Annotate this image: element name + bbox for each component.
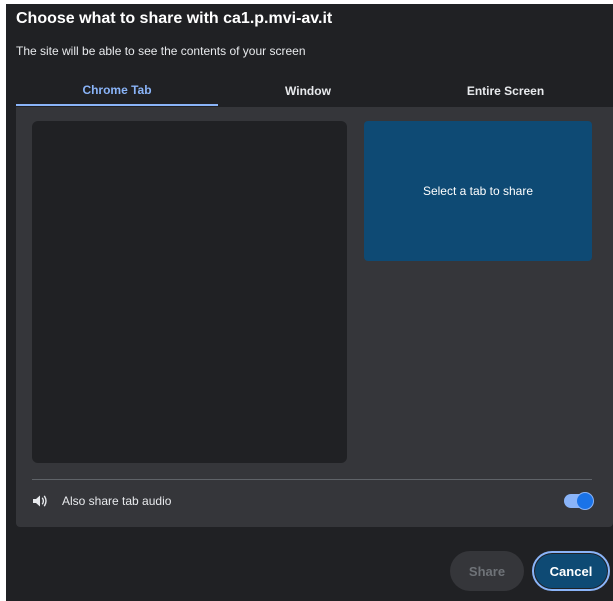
source-tabs: Chrome Tab Window Entire Screen <box>16 76 613 106</box>
share-screen-dialog: Choose what to share with ca1.p.mvi-av.i… <box>6 4 613 601</box>
tab-list-item[interactable]: Select a tab to share <box>364 121 592 261</box>
tab-window[interactable]: Window <box>218 76 398 106</box>
tab-list-item-label: Select a tab to share <box>422 184 534 198</box>
tab-chrome-tab[interactable]: Chrome Tab <box>16 76 218 106</box>
share-audio-label: Also share tab audio <box>62 494 172 508</box>
tab-entire-screen[interactable]: Entire Screen <box>398 76 613 106</box>
divider <box>32 479 592 480</box>
share-button[interactable]: Share <box>450 551 524 591</box>
share-audio-toggle[interactable] <box>564 493 593 509</box>
tab-content-panel: Select a tab to share Also share tab aud… <box>16 107 613 527</box>
share-audio-row: Also share tab audio <box>32 489 593 513</box>
dialog-subtitle: The site will be able to see the content… <box>16 44 306 58</box>
toggle-knob <box>577 493 593 509</box>
speaker-icon <box>32 493 50 509</box>
cancel-button[interactable]: Cancel <box>532 551 610 591</box>
preview-area <box>32 121 347 463</box>
dialog-title: Choose what to share with ca1.p.mvi-av.i… <box>16 10 333 27</box>
